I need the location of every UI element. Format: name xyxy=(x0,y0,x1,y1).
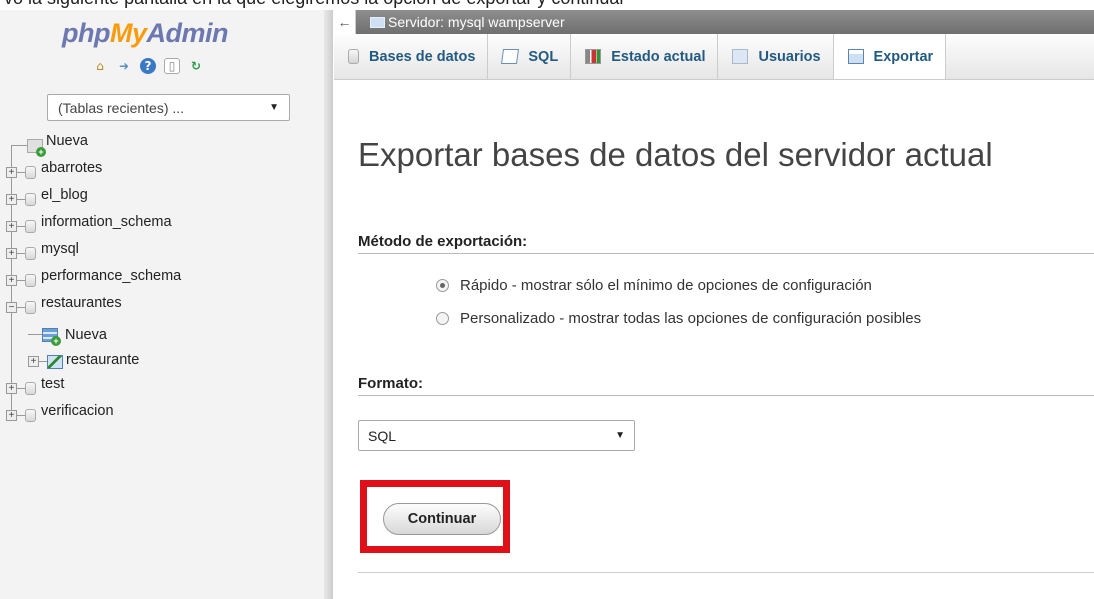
database-icon xyxy=(25,409,36,422)
expand-icon[interactable]: + xyxy=(6,383,17,394)
home-icon[interactable]: ⌂ xyxy=(92,58,108,74)
users-icon xyxy=(732,49,749,64)
divider xyxy=(358,572,1094,573)
tab-sql[interactable]: SQL xyxy=(488,34,572,79)
tree-item-performance-schema[interactable]: + performance_schema xyxy=(0,267,332,294)
breadcrumb-server[interactable]: Servidor: mysql wampserver xyxy=(388,14,565,30)
format-select[interactable]: SQL ▼ xyxy=(358,420,635,451)
expand-icon[interactable]: + xyxy=(6,167,17,178)
export-method-heading: Método de exportación: xyxy=(358,233,1094,254)
tab-status[interactable]: Estado actual xyxy=(571,34,719,79)
chevron-down-icon: ▼ xyxy=(269,102,279,113)
logout-icon[interactable]: ➜ xyxy=(116,58,132,74)
expand-icon[interactable]: + xyxy=(6,194,17,205)
export-icon xyxy=(847,49,864,64)
expand-icon[interactable]: + xyxy=(6,221,17,232)
reload-icon[interactable]: ↻ xyxy=(188,58,204,74)
chevron-down-icon: ▼ xyxy=(615,430,625,441)
database-icon xyxy=(25,382,36,395)
tree-item-test[interactable]: + test xyxy=(0,375,332,402)
caption-strip: vo la siguiente pantalla en la que elegi… xyxy=(0,0,1094,10)
tab-export[interactable]: Exportar xyxy=(833,34,947,79)
database-icon xyxy=(348,49,359,64)
collapse-icon[interactable]: − xyxy=(6,302,17,313)
tab-users[interactable]: Usuarios xyxy=(718,34,834,79)
tree-item-restaurantes[interactable]: − restaurantes xyxy=(0,294,332,321)
radio-custom[interactable]: Personalizado - mostrar todas las opcion… xyxy=(436,310,921,327)
expand-icon[interactable]: + xyxy=(6,275,17,286)
database-icon xyxy=(25,220,36,233)
nav-icon-bar: ⌂ ➜ ? ▯ ↻ xyxy=(92,58,204,74)
expand-icon[interactable]: + xyxy=(6,248,17,259)
tree-item-el-blog[interactable]: + el_blog xyxy=(0,186,332,213)
tree-item-restaurante[interactable]: + restaurante xyxy=(0,348,332,375)
caption-text: vo la siguiente pantalla en la que elegi… xyxy=(4,0,625,9)
help-icon[interactable]: ? xyxy=(140,58,156,74)
collapse-nav-icon[interactable]: ← xyxy=(334,10,356,34)
database-tree: Nueva + abarrotes + el_blog + informatio… xyxy=(0,132,332,429)
page-title: Exportar bases de datos del servidor act… xyxy=(358,136,993,173)
server-icon xyxy=(370,16,385,28)
highlight-box: Continuar xyxy=(360,480,510,553)
documentation-icon[interactable]: ▯ xyxy=(164,58,180,74)
tree-item-new-table[interactable]: Nueva xyxy=(0,321,332,348)
phpmyadmin-logo[interactable]: phpMyAdmin xyxy=(62,18,228,49)
breadcrumb: ← Servidor: mysql wampserver xyxy=(334,10,1094,34)
database-icon xyxy=(25,193,36,206)
tree-item-abarrotes[interactable]: + abarrotes xyxy=(0,159,332,186)
radio-quick[interactable]: Rápido - mostrar sólo el mínimo de opcio… xyxy=(436,277,872,294)
tree-item-mysql[interactable]: + mysql xyxy=(0,240,332,267)
tree-item-new-database[interactable]: Nueva xyxy=(0,132,332,159)
new-database-icon xyxy=(27,138,46,157)
database-icon xyxy=(25,301,36,314)
top-menu-tabs: Bases de datos SQL Estado actual Usuario… xyxy=(334,34,1094,80)
status-icon xyxy=(585,49,602,64)
radio-button[interactable] xyxy=(436,312,449,325)
format-heading: Formato: xyxy=(358,375,1094,396)
database-icon xyxy=(25,274,36,287)
expand-icon[interactable]: + xyxy=(28,356,39,367)
tab-databases[interactable]: Bases de datos xyxy=(334,34,489,79)
sql-icon xyxy=(501,49,520,64)
database-icon xyxy=(25,166,36,179)
expand-icon[interactable]: + xyxy=(6,410,17,421)
navigation-panel: phpMyAdmin ⌂ ➜ ? ▯ ↻ (Tablas recientes) … xyxy=(0,10,333,599)
new-table-icon xyxy=(42,327,61,346)
tree-item-information-schema[interactable]: + information_schema xyxy=(0,213,332,240)
tree-item-verificacion[interactable]: + verificacion xyxy=(0,402,332,429)
radio-button[interactable] xyxy=(436,279,449,292)
main-panel: ← Servidor: mysql wampserver Bases de da… xyxy=(334,10,1094,599)
table-icon xyxy=(47,354,63,369)
recent-tables-select[interactable]: (Tablas recientes) ... ▼ xyxy=(47,94,290,121)
database-icon xyxy=(25,247,36,260)
continue-button[interactable]: Continuar xyxy=(383,503,501,535)
